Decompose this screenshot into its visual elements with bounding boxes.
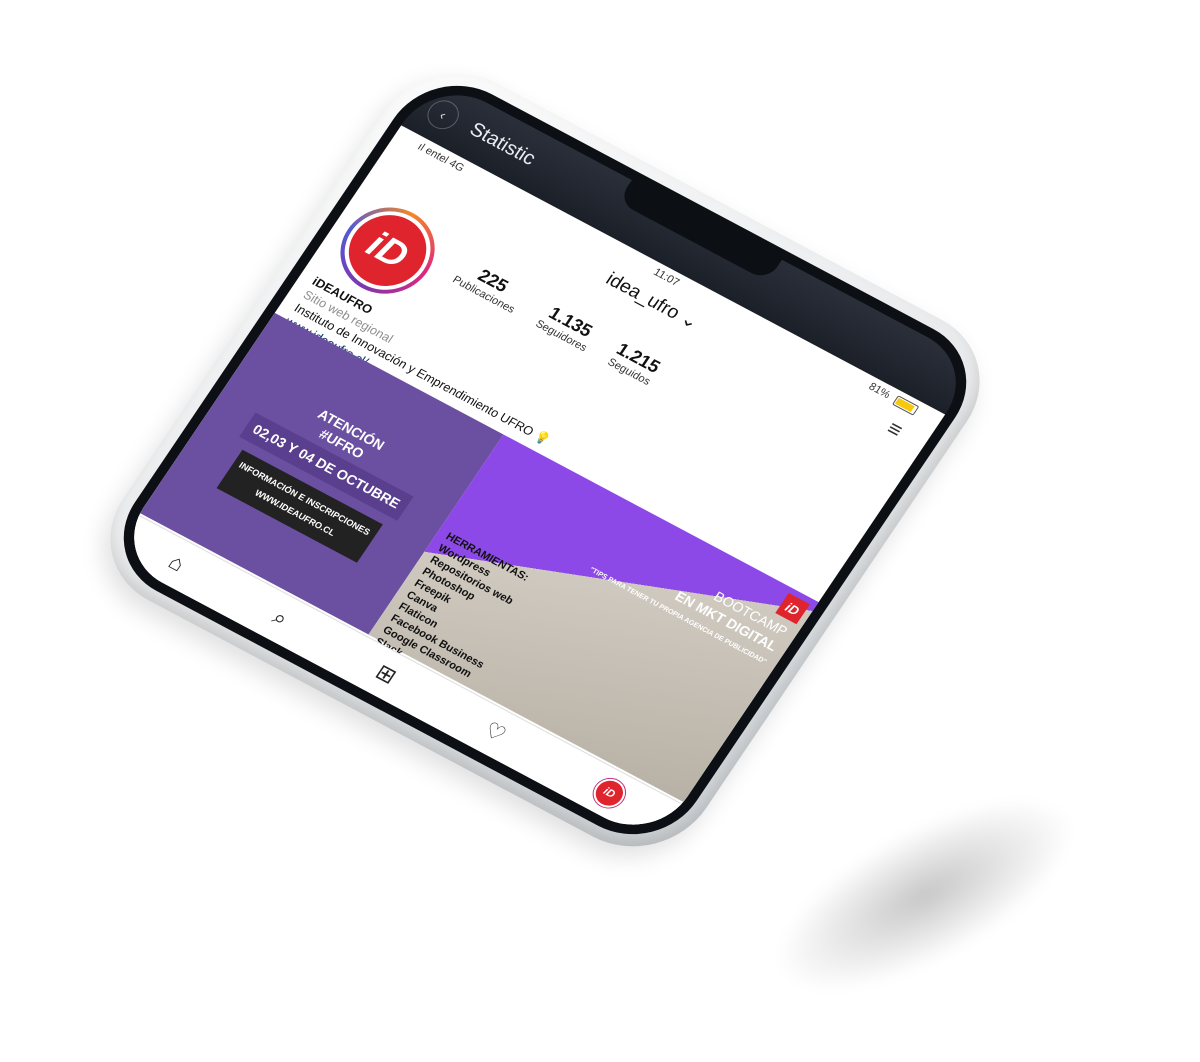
stat-followers[interactable]: 1.135 Seguidores <box>533 300 601 354</box>
phone-mockup: ‹ Statistic ıl entel 4G 11:07 81% idea_u… <box>79 46 1011 874</box>
back-button[interactable]: ‹ <box>421 95 465 135</box>
home-icon[interactable]: ⌂ <box>163 549 190 577</box>
chevron-left-icon: ‹ <box>436 107 450 123</box>
search-icon[interactable]: ⌕ <box>267 604 293 631</box>
stat-posts[interactable]: 225 Publicaciones <box>450 256 528 315</box>
instagram-screen: ıl entel 4G 11:07 81% idea_ufro ⌄ ≡ iD 2… <box>111 125 946 845</box>
stat-following[interactable]: 1.215 Seguidos <box>605 339 664 388</box>
ideaufro-logo: iD <box>334 202 442 299</box>
chevron-down-icon: ⌄ <box>676 308 703 334</box>
heart-icon[interactable]: ♡ <box>479 717 511 748</box>
device-stage: ‹ Statistic ıl entel 4G 11:07 81% idea_u… <box>0 0 1200 1062</box>
menu-icon[interactable]: ≡ <box>882 416 916 448</box>
statistic-title: Statistic <box>465 118 540 170</box>
phone-bezel: ‹ Statistic ıl entel 4G 11:07 81% idea_u… <box>96 62 994 858</box>
add-post-icon[interactable]: ⊞ <box>370 659 401 689</box>
profile-tab-avatar[interactable]: iD <box>587 773 631 813</box>
